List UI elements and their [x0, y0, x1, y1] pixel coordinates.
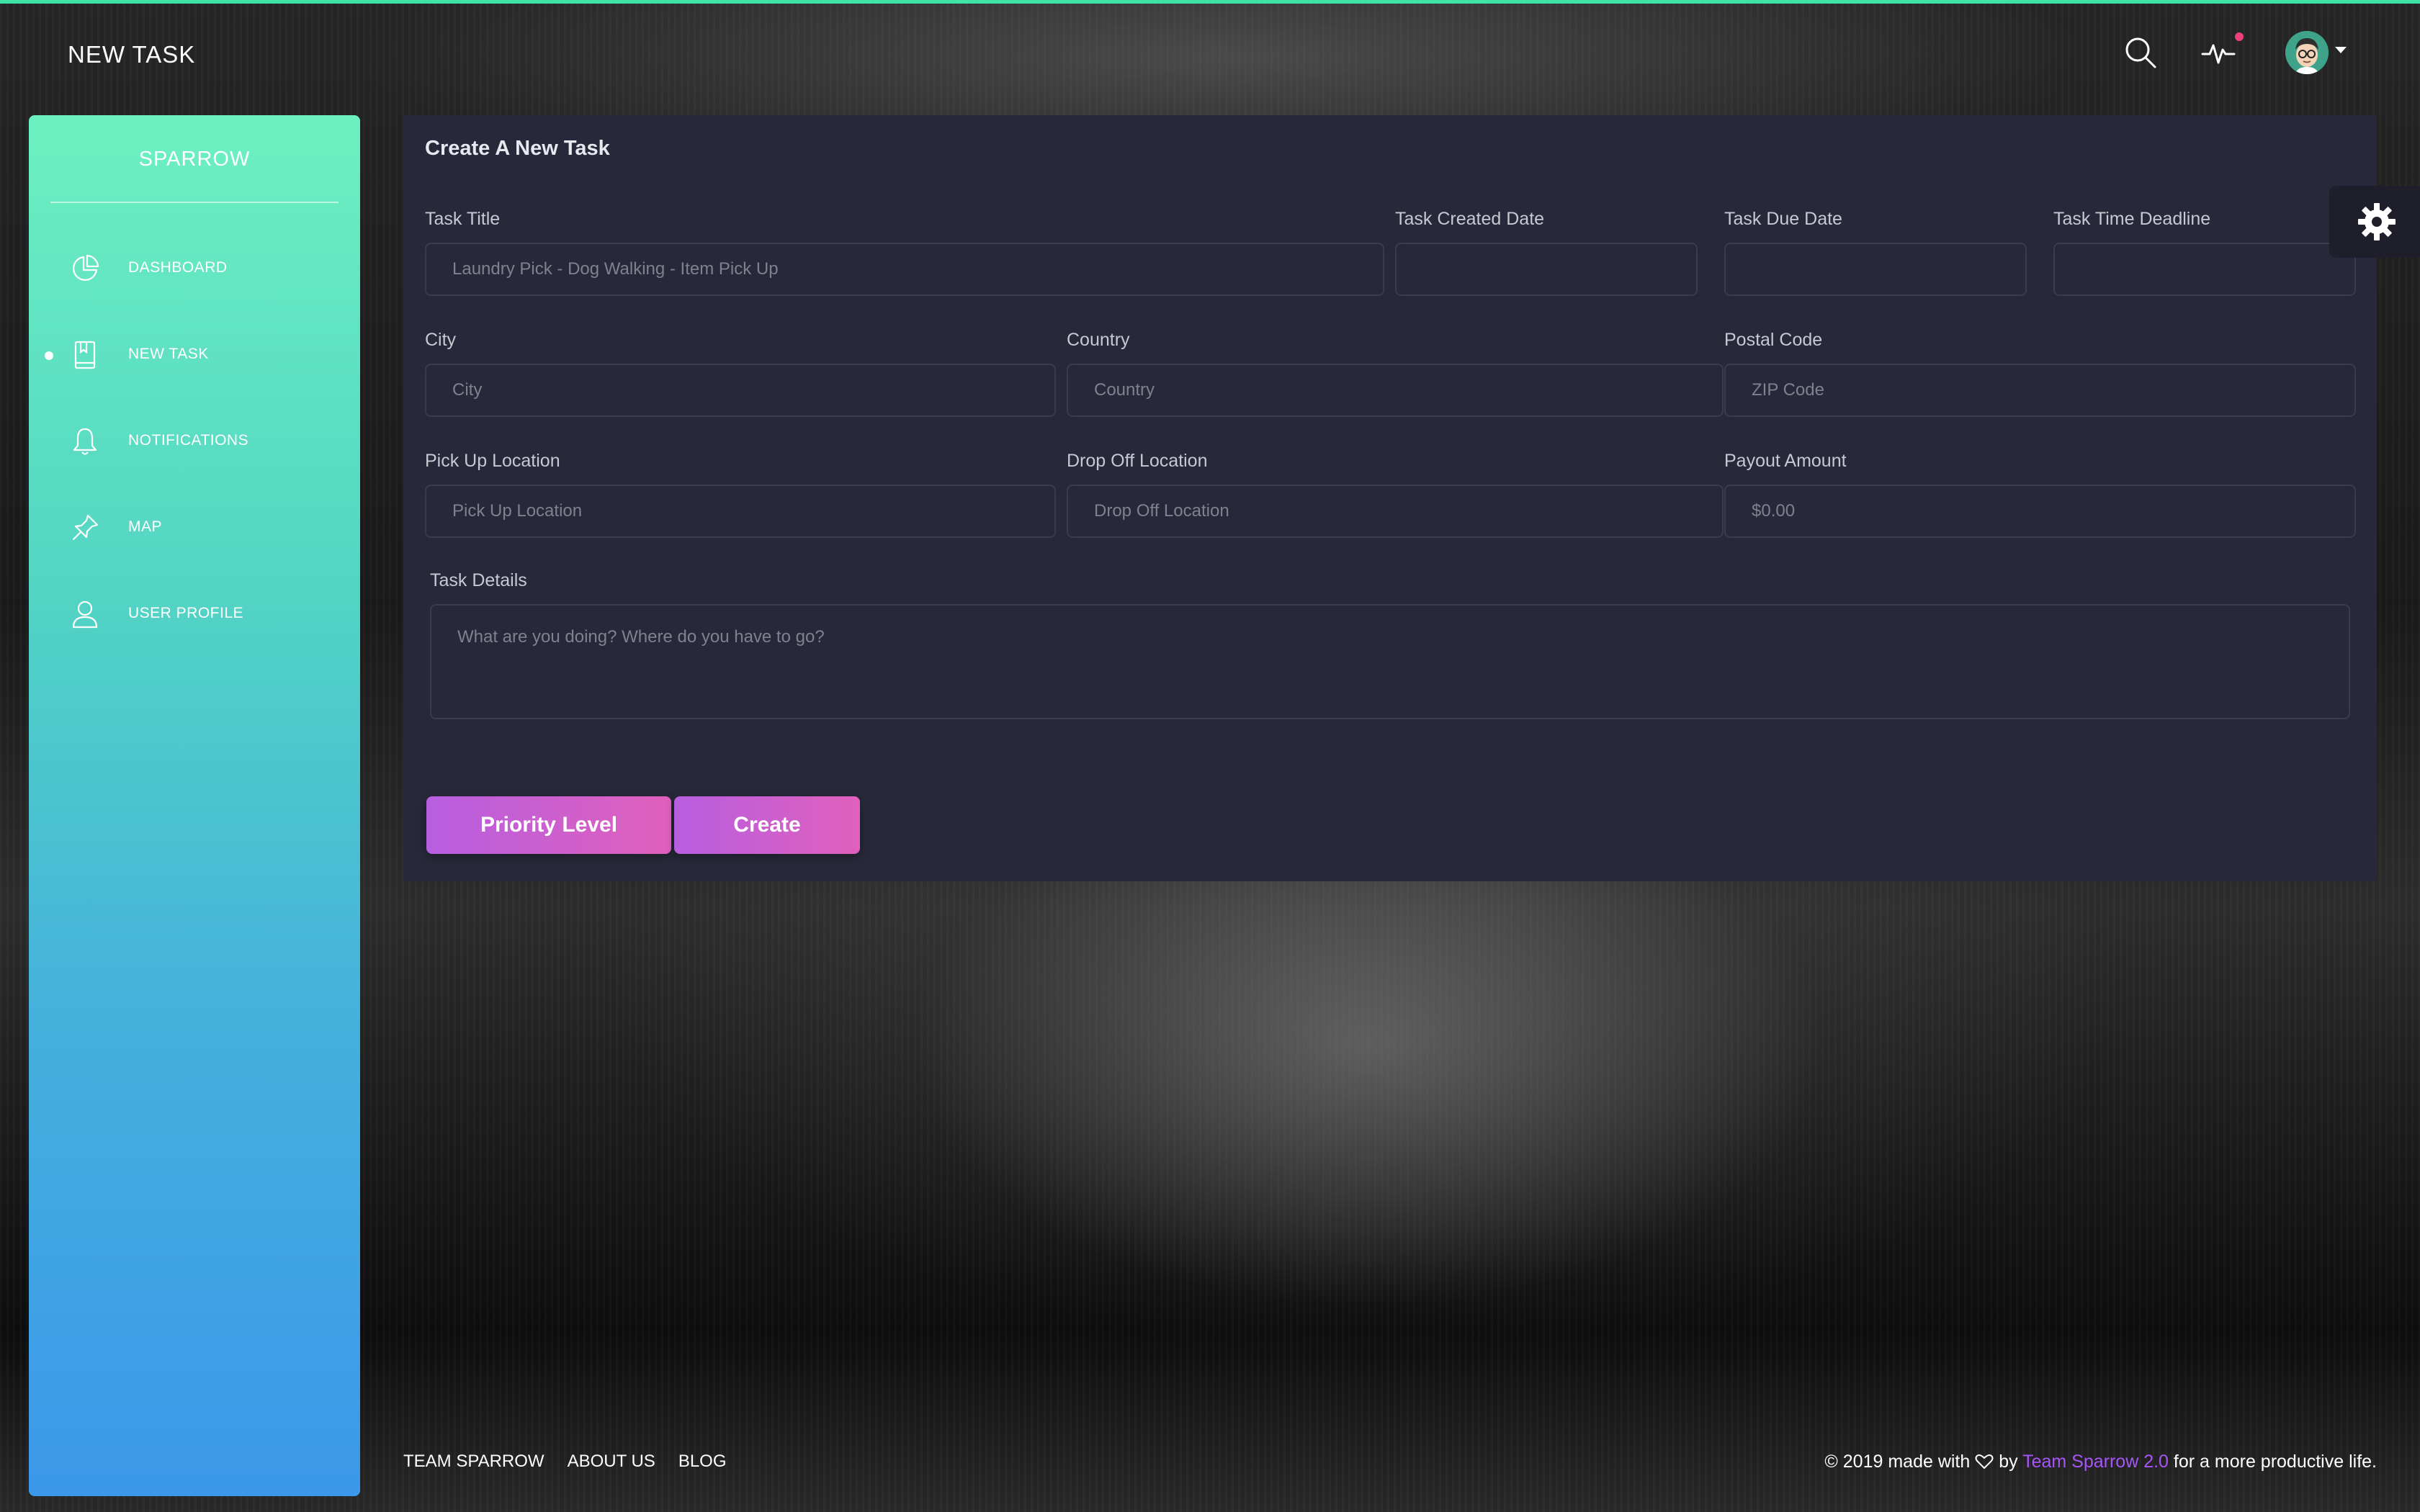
sidebar-item-label: DASHBOARD: [128, 259, 228, 276]
gear-icon: [2358, 203, 2396, 240]
time-deadline-input[interactable]: [2053, 243, 2356, 296]
search-icon[interactable]: [2122, 34, 2159, 71]
avatar[interactable]: [2285, 31, 2329, 74]
footer-links: TEAM SPARROW ABOUT US BLOG: [403, 1452, 727, 1472]
postal-code-group: Postal Code ZIP Code: [1724, 330, 2356, 417]
dropoff-label: Drop Off Location: [1067, 451, 1208, 471]
task-details-textarea[interactable]: What are you doing? Where do you have to…: [430, 604, 2350, 719]
sidebar-item-map[interactable]: MAP: [29, 499, 360, 557]
country-label: Country: [1067, 330, 1130, 350]
due-date-input[interactable]: [1724, 243, 2027, 296]
city-label: City: [425, 330, 457, 350]
task-details-group: Task Details What are you doing? Where d…: [430, 570, 2350, 719]
pickup-input[interactable]: Pick Up Location: [425, 485, 1056, 538]
created-date-group: Task Created Date: [1395, 209, 1698, 296]
create-task-card: Create A New Task Task Title Laundry Pic…: [403, 115, 2377, 881]
task-title-input[interactable]: Laundry Pick - Dog Walking - Item Pick U…: [425, 243, 1384, 296]
sidebar-item-label: NEW TASK: [128, 346, 209, 362]
payout-input[interactable]: $0.00: [1724, 485, 2356, 538]
postal-code-label: Postal Code: [1724, 330, 1823, 350]
country-input[interactable]: Country: [1067, 364, 1724, 417]
chevron-down-icon[interactable]: [2335, 47, 2347, 53]
task-title-label: Task Title: [425, 209, 501, 229]
dropoff-group: Drop Off Location Drop Off Location: [1067, 451, 1724, 538]
country-group: Country Country: [1067, 330, 1724, 417]
dropoff-input[interactable]: Drop Off Location: [1067, 485, 1724, 538]
sidebar-item-label: NOTIFICATIONS: [128, 432, 249, 449]
pie-chart-icon: [73, 254, 99, 281]
sidebar: SPARROW DASHBOARD NEW TASK NOTIFICATIONS…: [29, 115, 360, 1496]
sidebar-item-user-profile[interactable]: USER PROFILE: [29, 585, 360, 643]
task-details-label: Task Details: [430, 570, 527, 590]
footer-link-about[interactable]: ABOUT US: [568, 1452, 655, 1472]
due-date-group: Task Due Date: [1724, 209, 2027, 296]
bell-icon: [73, 428, 97, 455]
avatar-face-icon: [2285, 31, 2329, 74]
time-deadline-label: Task Time Deadline: [2053, 209, 2211, 229]
active-indicator: [45, 351, 53, 360]
time-deadline-group: Task Time Deadline: [2053, 209, 2356, 296]
page-title: NEW TASK: [68, 41, 196, 68]
book-icon: [74, 341, 96, 369]
footer-copyright: © 2019 made with by Team Sparrow 2.0 for…: [1824, 1452, 2377, 1472]
copyright-prefix: © 2019 made with: [1824, 1452, 1971, 1472]
team-sparrow-link[interactable]: Team Sparrow 2.0: [2022, 1452, 2169, 1472]
sidebar-item-label: USER PROFILE: [128, 605, 244, 621]
sidebar-item-label: MAP: [128, 518, 163, 535]
payout-label: Payout Amount: [1724, 451, 1847, 471]
priority-level-button[interactable]: Priority Level: [426, 796, 671, 854]
notification-dot: [2235, 32, 2244, 41]
settings-tab[interactable]: [2329, 186, 2420, 258]
pin-icon: [72, 514, 99, 541]
pickup-label: Pick Up Location: [425, 451, 560, 471]
copyright-suffix: for a more productive life.: [2173, 1452, 2377, 1472]
payout-group: Payout Amount $0.00: [1724, 451, 2356, 538]
city-group: City City: [425, 330, 1056, 417]
user-icon: [72, 600, 98, 629]
sidebar-item-dashboard[interactable]: DASHBOARD: [29, 240, 360, 297]
city-input[interactable]: City: [425, 364, 1056, 417]
task-title-group: Task Title Laundry Pick - Dog Walking - …: [425, 209, 1384, 296]
sidebar-divider: [50, 202, 339, 203]
activity-icon[interactable]: [2200, 34, 2237, 71]
created-date-input[interactable]: [1395, 243, 1698, 296]
card-title: Create A New Task: [425, 137, 610, 160]
footer-link-team[interactable]: TEAM SPARROW: [403, 1452, 544, 1472]
heart-icon: [1975, 1454, 1994, 1469]
sidebar-item-new-task[interactable]: NEW TASK: [29, 326, 360, 384]
top-navbar: NEW TASK: [0, 4, 2420, 104]
footer-link-blog[interactable]: BLOG: [678, 1452, 727, 1472]
create-button[interactable]: Create: [674, 796, 860, 854]
postal-code-input[interactable]: ZIP Code: [1724, 364, 2356, 417]
created-date-label: Task Created Date: [1395, 209, 1545, 229]
sidebar-item-notifications[interactable]: NOTIFICATIONS: [29, 413, 360, 470]
due-date-label: Task Due Date: [1724, 209, 1842, 229]
pickup-group: Pick Up Location Pick Up Location: [425, 451, 1056, 538]
copyright-by: by: [1999, 1452, 2018, 1472]
sidebar-brand[interactable]: SPARROW: [29, 148, 360, 171]
